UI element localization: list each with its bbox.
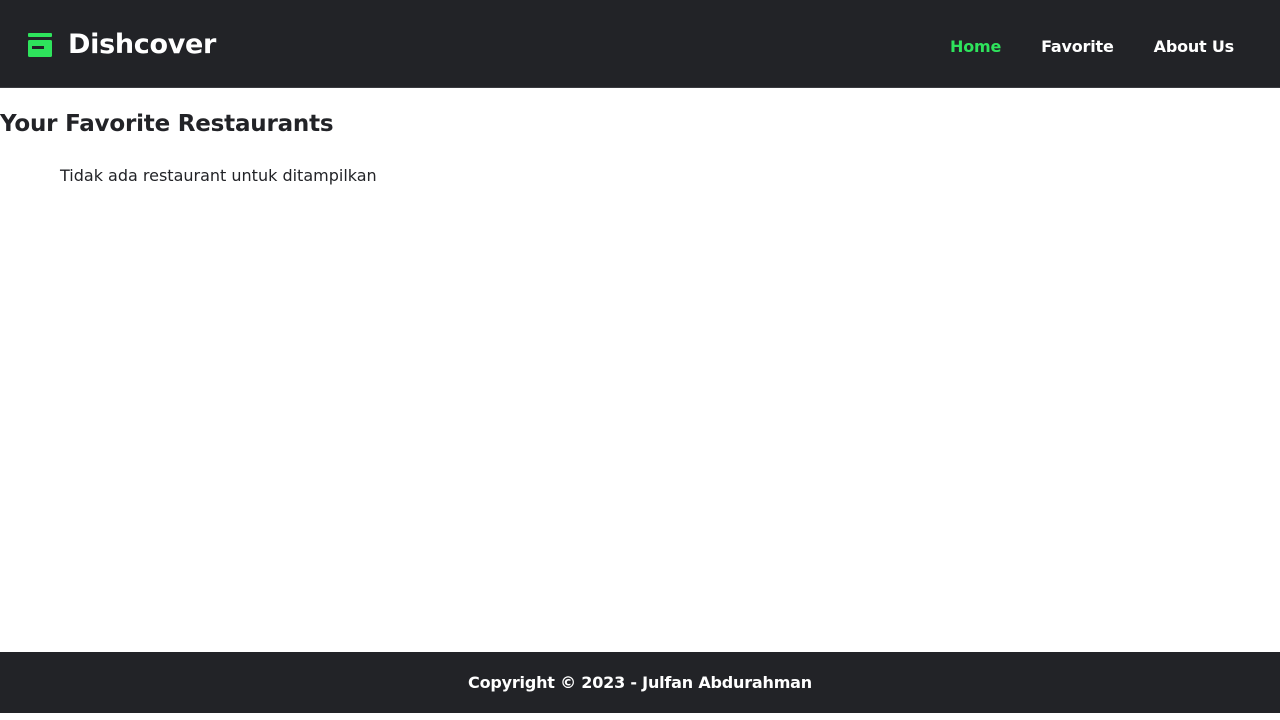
nav-link-home[interactable]: Home <box>950 36 1001 58</box>
nav-link-favorite[interactable]: Favorite <box>1041 36 1114 58</box>
app-root: Dishcover Home Favorite About Us Your Fa… <box>0 0 1280 720</box>
brand-name: Dishcover <box>68 29 217 60</box>
nav-link-about-us[interactable]: About Us <box>1154 36 1235 58</box>
copyright-text: Copyright © 2023 - Julfan Abdurahman <box>468 673 812 692</box>
main-nav: Home Favorite About Us <box>950 36 1234 58</box>
empty-state-message: Tidak ada restaurant untuk ditampilkan <box>60 166 377 185</box>
store-icon <box>28 33 52 57</box>
top-navbar: Dishcover Home Favorite About Us <box>0 0 1280 88</box>
bottom-spacer <box>0 713 1280 720</box>
brand-link[interactable]: Dishcover <box>28 28 216 62</box>
page-footer: Copyright © 2023 - Julfan Abdurahman <box>0 652 1280 713</box>
page-title: Your Favorite Restaurants <box>0 111 334 137</box>
main-content: Your Favorite Restaurants Tidak ada rest… <box>0 89 1280 652</box>
